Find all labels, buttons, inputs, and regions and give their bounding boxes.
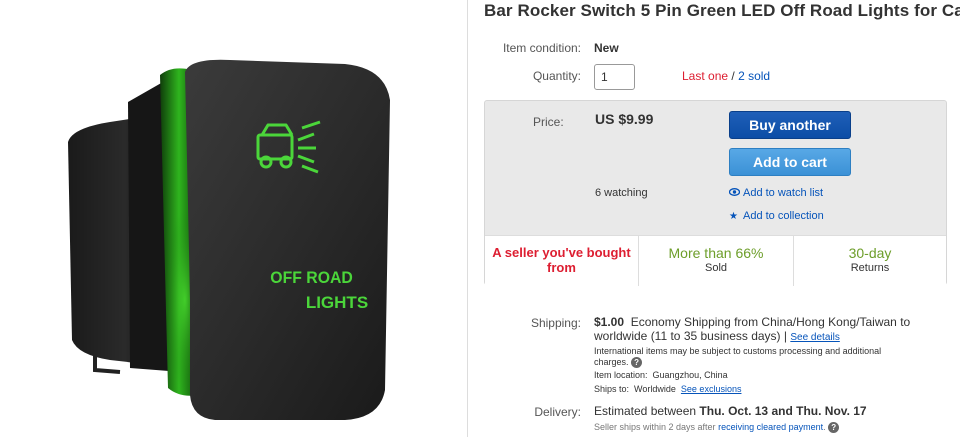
condition-label: Item condition: [502, 41, 581, 55]
sold-count-link[interactable]: 2 sold [738, 69, 770, 83]
see-exclusions-link[interactable]: See exclusions [681, 384, 742, 394]
add-to-cart-button[interactable]: Add to cart [729, 148, 851, 176]
help-icon[interactable]: ? [828, 422, 840, 434]
price-box: Price: US $9.99 Buy another Add to cart … [484, 100, 947, 286]
shipping-label: Shipping: [530, 316, 581, 330]
last-one-text: Last one [682, 69, 729, 83]
location-value: Guangzhou, China [652, 370, 728, 380]
price-label: Price: [533, 115, 564, 129]
seller-ships-note: Seller ships within 2 days after receivi… [594, 422, 840, 434]
product-image[interactable]: OFF ROAD LIGHTS [0, 0, 468, 437]
delivery-prefix: Estimated between [594, 404, 697, 418]
see-details-link[interactable]: See details [790, 332, 839, 343]
switch-label-line1: OFF ROAD [270, 269, 353, 288]
seller-ships-period: . [823, 422, 826, 432]
availability: Last one / 2 sold [682, 69, 770, 83]
condition-value: New [594, 41, 619, 55]
availability-separator: / [728, 69, 739, 83]
product-details: Bar Rocker Switch 5 Pin Green LED Off Ro… [468, 0, 960, 437]
seller-stats: A seller you've bought from More than 66… [485, 235, 946, 286]
shipping-info: $1.00 Economy Shipping from China/Hong K… [594, 315, 911, 343]
ships-to: Ships to: Worldwide See exclusions [594, 384, 914, 395]
price-value: US $9.99 [595, 111, 654, 127]
product-title: Bar Rocker Switch 5 Pin Green LED Off Ro… [484, 1, 960, 20]
ships-to-value: Worldwide [634, 384, 676, 394]
intl-note: International items may be subject to cu… [594, 346, 914, 369]
switch-label-line2: LIGHTS [306, 293, 368, 312]
shipping-desc: Economy Shipping from China/Hong Kong/Ta… [594, 315, 911, 343]
stat-seller-history-text: A seller you've bought from [492, 245, 631, 275]
stat-returns-label: Returns [850, 262, 890, 274]
seller-ships-text: Seller ships within 2 days after [594, 422, 716, 432]
watching-count: 6 watching [595, 187, 648, 199]
quantity-input[interactable] [594, 64, 635, 90]
stat-returns: 30-day Returns [794, 236, 946, 286]
buy-another-button[interactable]: Buy another [729, 111, 851, 139]
watch-list-label: Add to watch list [743, 187, 824, 199]
stat-returns-value: 30-day [848, 245, 892, 261]
stat-seller-history: A seller you've bought from [485, 236, 639, 286]
rocker-switch-image: OFF ROAD LIGHTS [68, 59, 390, 420]
shipping-cost: $1.00 [594, 315, 625, 329]
quantity-label: Quantity: [532, 69, 581, 83]
eye-icon [728, 188, 743, 199]
delivery-estimate: Estimated between Thu. Oct. 13 and Thu. … [594, 404, 867, 418]
stat-sold-value: More than 66% [668, 245, 764, 261]
star-icon: ★ [729, 211, 738, 222]
add-to-collection-link[interactable]: ★ Add to collection [729, 210, 824, 222]
stat-sold-label: Sold [704, 262, 728, 274]
ships-to-label: Ships to: [594, 384, 630, 394]
add-to-watch-list-link[interactable]: Add to watch list [728, 187, 824, 199]
help-icon[interactable]: ? [631, 357, 643, 369]
stat-sold: More than 66% Sold [639, 236, 794, 286]
item-location: Item location: Guangzhou, China [594, 370, 914, 381]
delivery-start: Thu. Oct. 13 [699, 404, 769, 418]
delivery-end: Thu. Nov. 17 [796, 404, 867, 418]
delivery-and: and [771, 404, 793, 418]
delivery-label: Delivery: [534, 405, 581, 419]
location-label: Item location: [594, 370, 648, 380]
cleared-payment-link[interactable]: receiving cleared payment [718, 422, 823, 432]
collection-label: Add to collection [743, 210, 824, 222]
